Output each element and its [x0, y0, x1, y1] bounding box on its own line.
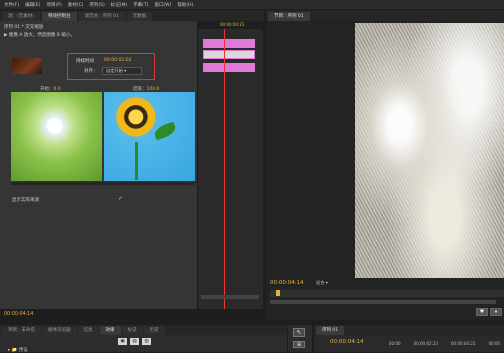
project-panel-tabs: 项目：未命名 媒体浏览器 信息 效果 标记 历史 [0, 325, 287, 335]
transition-thumbnail [12, 58, 42, 74]
ruler-tick: 00:00 [389, 341, 401, 346]
program-scrollbar[interactable] [270, 300, 496, 304]
current-time-indicator[interactable] [276, 290, 280, 296]
end-preview-sunflower [104, 92, 195, 181]
tab-info[interactable]: 信息 [77, 326, 99, 335]
tab-media-browser[interactable]: 媒体浏览器 [42, 326, 77, 335]
sequence-panel-tabs: 序列 01 [314, 325, 504, 335]
effect-controls-panel: 序列 01 * 交叉缩放 ▶ 图像 A 放大，然后图像 B 缩小。 持续时间 0… [0, 21, 197, 309]
tab-effects[interactable]: 效果 [99, 326, 121, 335]
duration-label: 持续时间 [76, 59, 94, 64]
selection-tool-icon[interactable]: ↖ [293, 328, 305, 337]
program-time-ruler[interactable] [270, 290, 504, 297]
show-actual-source-label: 显示实际来源 [12, 198, 39, 203]
tab-project[interactable]: 项目：未命名 [2, 326, 41, 335]
effects-toolbar: ▣ ▤ ▥ [118, 338, 151, 345]
effect-panel-timecode[interactable]: 00:00:04:14 [4, 312, 33, 317]
menu-edit[interactable]: 编辑(E) [25, 2, 40, 8]
tab-metadata[interactable]: 元数据 [126, 12, 153, 21]
clip-b[interactable] [203, 63, 255, 72]
yuv-effects-icon[interactable]: ▥ [142, 338, 151, 345]
add-marker-icon[interactable]: ▾ [490, 308, 502, 316]
track-select-tool-icon[interactable]: ⊞ [293, 341, 305, 348]
menu-project[interactable]: 项目(P) [46, 2, 61, 8]
ruler-tick: 00:00:04:23 [451, 341, 476, 346]
menu-help[interactable]: 帮助(H) [177, 2, 193, 8]
menu-window[interactable]: 窗口(W) [154, 2, 171, 8]
timeline-ruler[interactable]: 00:00:04:23 [198, 21, 264, 29]
show-source-checkbox[interactable]: ✓ [118, 195, 123, 202]
timeline-scrollbar[interactable] [201, 295, 259, 299]
menu-title[interactable]: 字幕(T) [133, 2, 148, 8]
align-label: 对齐： [84, 69, 98, 74]
preview-slider-track[interactable] [11, 182, 195, 185]
accelerated-effects-icon[interactable]: ▣ [118, 338, 127, 345]
sequence-transition-title: 序列 01 * 交叉缩放 [4, 25, 44, 30]
menu-sequence[interactable]: 序列(S) [89, 2, 104, 8]
tab-history[interactable]: 历史 [143, 326, 165, 335]
32bit-effects-icon[interactable]: ▤ [130, 338, 139, 345]
transition-description: ▶ 图像 A 放大，然后图像 B 缩小。 [4, 33, 75, 38]
menu-clip[interactable]: 素材(C) [68, 2, 84, 8]
sequence-timeline: 00:00:04:14 00:00 00:00:02:23 00:00:04:2… [314, 335, 504, 352]
ruler-tick: 00:00 [488, 341, 500, 346]
effect-timeline-strip: 00:00:04:23 [197, 21, 264, 309]
tab-audio-mixer[interactable]: 调音台：序列 01 [78, 12, 125, 21]
left-panel-tabs: 源：(无素材) 特效控制台 调音台：序列 01 元数据 [0, 10, 264, 21]
program-monitor: 00:00:04:14 适合 ▾ ♥ ▾ [266, 21, 504, 320]
tab-sequence[interactable]: 序列 01 [316, 326, 345, 335]
fit-dropdown[interactable]: 适合 ▾ [316, 280, 346, 288]
playhead-line[interactable] [224, 29, 225, 309]
chevron-down-icon: ▾ [124, 68, 127, 73]
program-buttons: ♥ ▾ [476, 308, 504, 316]
align-dropdown[interactable]: 自定开始 ▾ [102, 67, 142, 75]
tab-source[interactable]: 源：(无素材) [2, 12, 41, 21]
sequence-timecode[interactable]: 00:00:04:14 [330, 339, 364, 345]
duration-value[interactable]: 00:00:02:02 [104, 58, 131, 63]
tab-program[interactable]: 节目：序列 01 [268, 12, 310, 21]
transition-block[interactable] [203, 50, 255, 59]
tools-panel: ↖ ⊞ [288, 325, 312, 352]
sunflower-leaf [152, 121, 178, 141]
ruler-tick: 00:00:02:23 [413, 341, 438, 346]
start-preview-dandelion [11, 92, 102, 181]
menu-bar: 文件(F) 编辑(E) 项目(P) 素材(C) 序列(S) 标记(M) 字幕(T… [0, 0, 504, 9]
clip-a[interactable] [203, 39, 255, 48]
menu-file[interactable]: 文件(F) [4, 2, 19, 8]
presets-folder-row[interactable]: ▸ 📁 预设 [8, 347, 28, 353]
effects-panel: ▣ ▤ ▥ ▸ 📁 预设 [0, 335, 287, 353]
tab-markers[interactable]: 标记 [121, 326, 143, 335]
chevron-down-icon: ▾ [325, 280, 328, 285]
tab-effect-controls[interactable]: 特效控制台 [42, 12, 77, 21]
sunflower-stem [135, 142, 138, 180]
program-timecode[interactable]: 00:00:04:14 [270, 280, 304, 286]
program-video-frame [355, 23, 504, 278]
sequence-ruler[interactable]: 00:00 00:00:02:23 00:00:04:23 00:00 [389, 341, 504, 351]
menu-marker[interactable]: 标记(M) [111, 2, 127, 8]
duration-highlight-box: 持续时间 00:00:02:02 对齐： 自定开始 ▾ [67, 53, 155, 80]
program-panel-tabs: 节目：序列 01 [266, 10, 504, 21]
heart-icon[interactable]: ♥ [476, 308, 488, 316]
